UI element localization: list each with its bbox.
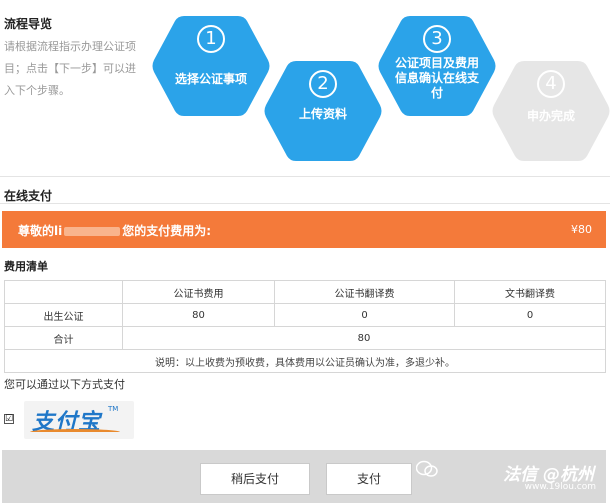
flow-title: 流程导览: [4, 17, 53, 31]
table-header-cell: 文书翻译费: [454, 280, 606, 304]
step-label: 申办完成: [526, 109, 575, 123]
table-header-cell: [4, 280, 123, 304]
footer-bar: 稍后支付 支付 法信 @杭州 www.19lou.com: [2, 450, 606, 503]
alipay-tm: TM: [108, 405, 119, 413]
pay-button[interactable]: 支付: [326, 463, 412, 495]
table-header-cell: 公证书翻译费: [274, 280, 455, 304]
payment-message-suffix: 您的支付费用为:: [122, 224, 212, 238]
total-value: 80: [122, 326, 606, 350]
table-header-row: 公证书费用 公证书翻译费 文书翻译费: [4, 280, 606, 304]
table-cell: 80: [122, 303, 275, 327]
fee-table: 公证书费用 公证书翻译费 文书翻译费 出生公证 80 0 0 合计 80 说明：…: [4, 280, 606, 373]
divider: [0, 203, 610, 204]
step-3[interactable]: 3 公证项目及费用信息确认在线支付: [378, 14, 496, 118]
step-number: 4: [492, 67, 610, 98]
section-title-online-payment: 在线支付: [4, 189, 53, 203]
table-note-row: 说明：以上收费为预收费，具体费用以公证员确认为准，多退少补。: [4, 349, 606, 373]
watermark-url: www.19lou.com: [524, 482, 596, 492]
wechat-icon: [415, 460, 438, 482]
fee-note: 说明：以上收费为预收费，具体费用以公证员确认为准，多退少补。: [4, 349, 606, 373]
fee-list-title: 费用清单: [4, 260, 48, 273]
page: 流程导览 请根据流程指示办理公证项目；点击【下一步】可以进入下个步骤。 1 选择…: [0, 0, 610, 503]
alipay-logo[interactable]: 支付宝 TM: [24, 401, 134, 439]
payment-message-prefix: 尊敬的li: [18, 224, 63, 238]
step-number: 1: [152, 22, 270, 53]
step-2[interactable]: 2 上传资料: [264, 59, 382, 163]
payment-message: 尊敬的li 您的支付费用为:: [18, 222, 211, 239]
payment-methods-label: 您可以通过以下方式支付: [4, 378, 125, 391]
divider: [0, 176, 610, 177]
table-cell: 0: [274, 303, 455, 327]
alipay-checkbox[interactable]: ☑: [4, 414, 14, 424]
step-label: 选择公证事项: [174, 72, 247, 86]
payment-amount: ¥80: [571, 223, 592, 236]
flow-description: 请根据流程指示办理公证项目；点击【下一步】可以进入下个步骤。: [4, 40, 136, 97]
table-cell: 0: [454, 303, 606, 327]
step-label: 公证项目及费用信息确认在线支付: [394, 56, 479, 100]
step-number: 3: [378, 22, 496, 53]
step-1[interactable]: 1 选择公证事项: [152, 14, 270, 118]
table-cell: 出生公证: [4, 303, 123, 327]
redacted-name: [64, 227, 121, 236]
pay-later-button[interactable]: 稍后支付: [200, 463, 310, 495]
alipay-swoosh-icon: [30, 429, 120, 435]
total-label: 合计: [4, 326, 123, 350]
payment-banner: 尊敬的li 您的支付费用为: ¥80: [2, 211, 606, 248]
step-label: 上传资料: [298, 107, 347, 121]
table-row: 出生公证 80 0 0: [4, 303, 606, 327]
step-4[interactable]: 4 申办完成: [492, 59, 610, 163]
table-header-cell: 公证书费用: [122, 280, 275, 304]
table-total-row: 合计 80: [4, 326, 606, 350]
step-number: 2: [264, 67, 382, 98]
